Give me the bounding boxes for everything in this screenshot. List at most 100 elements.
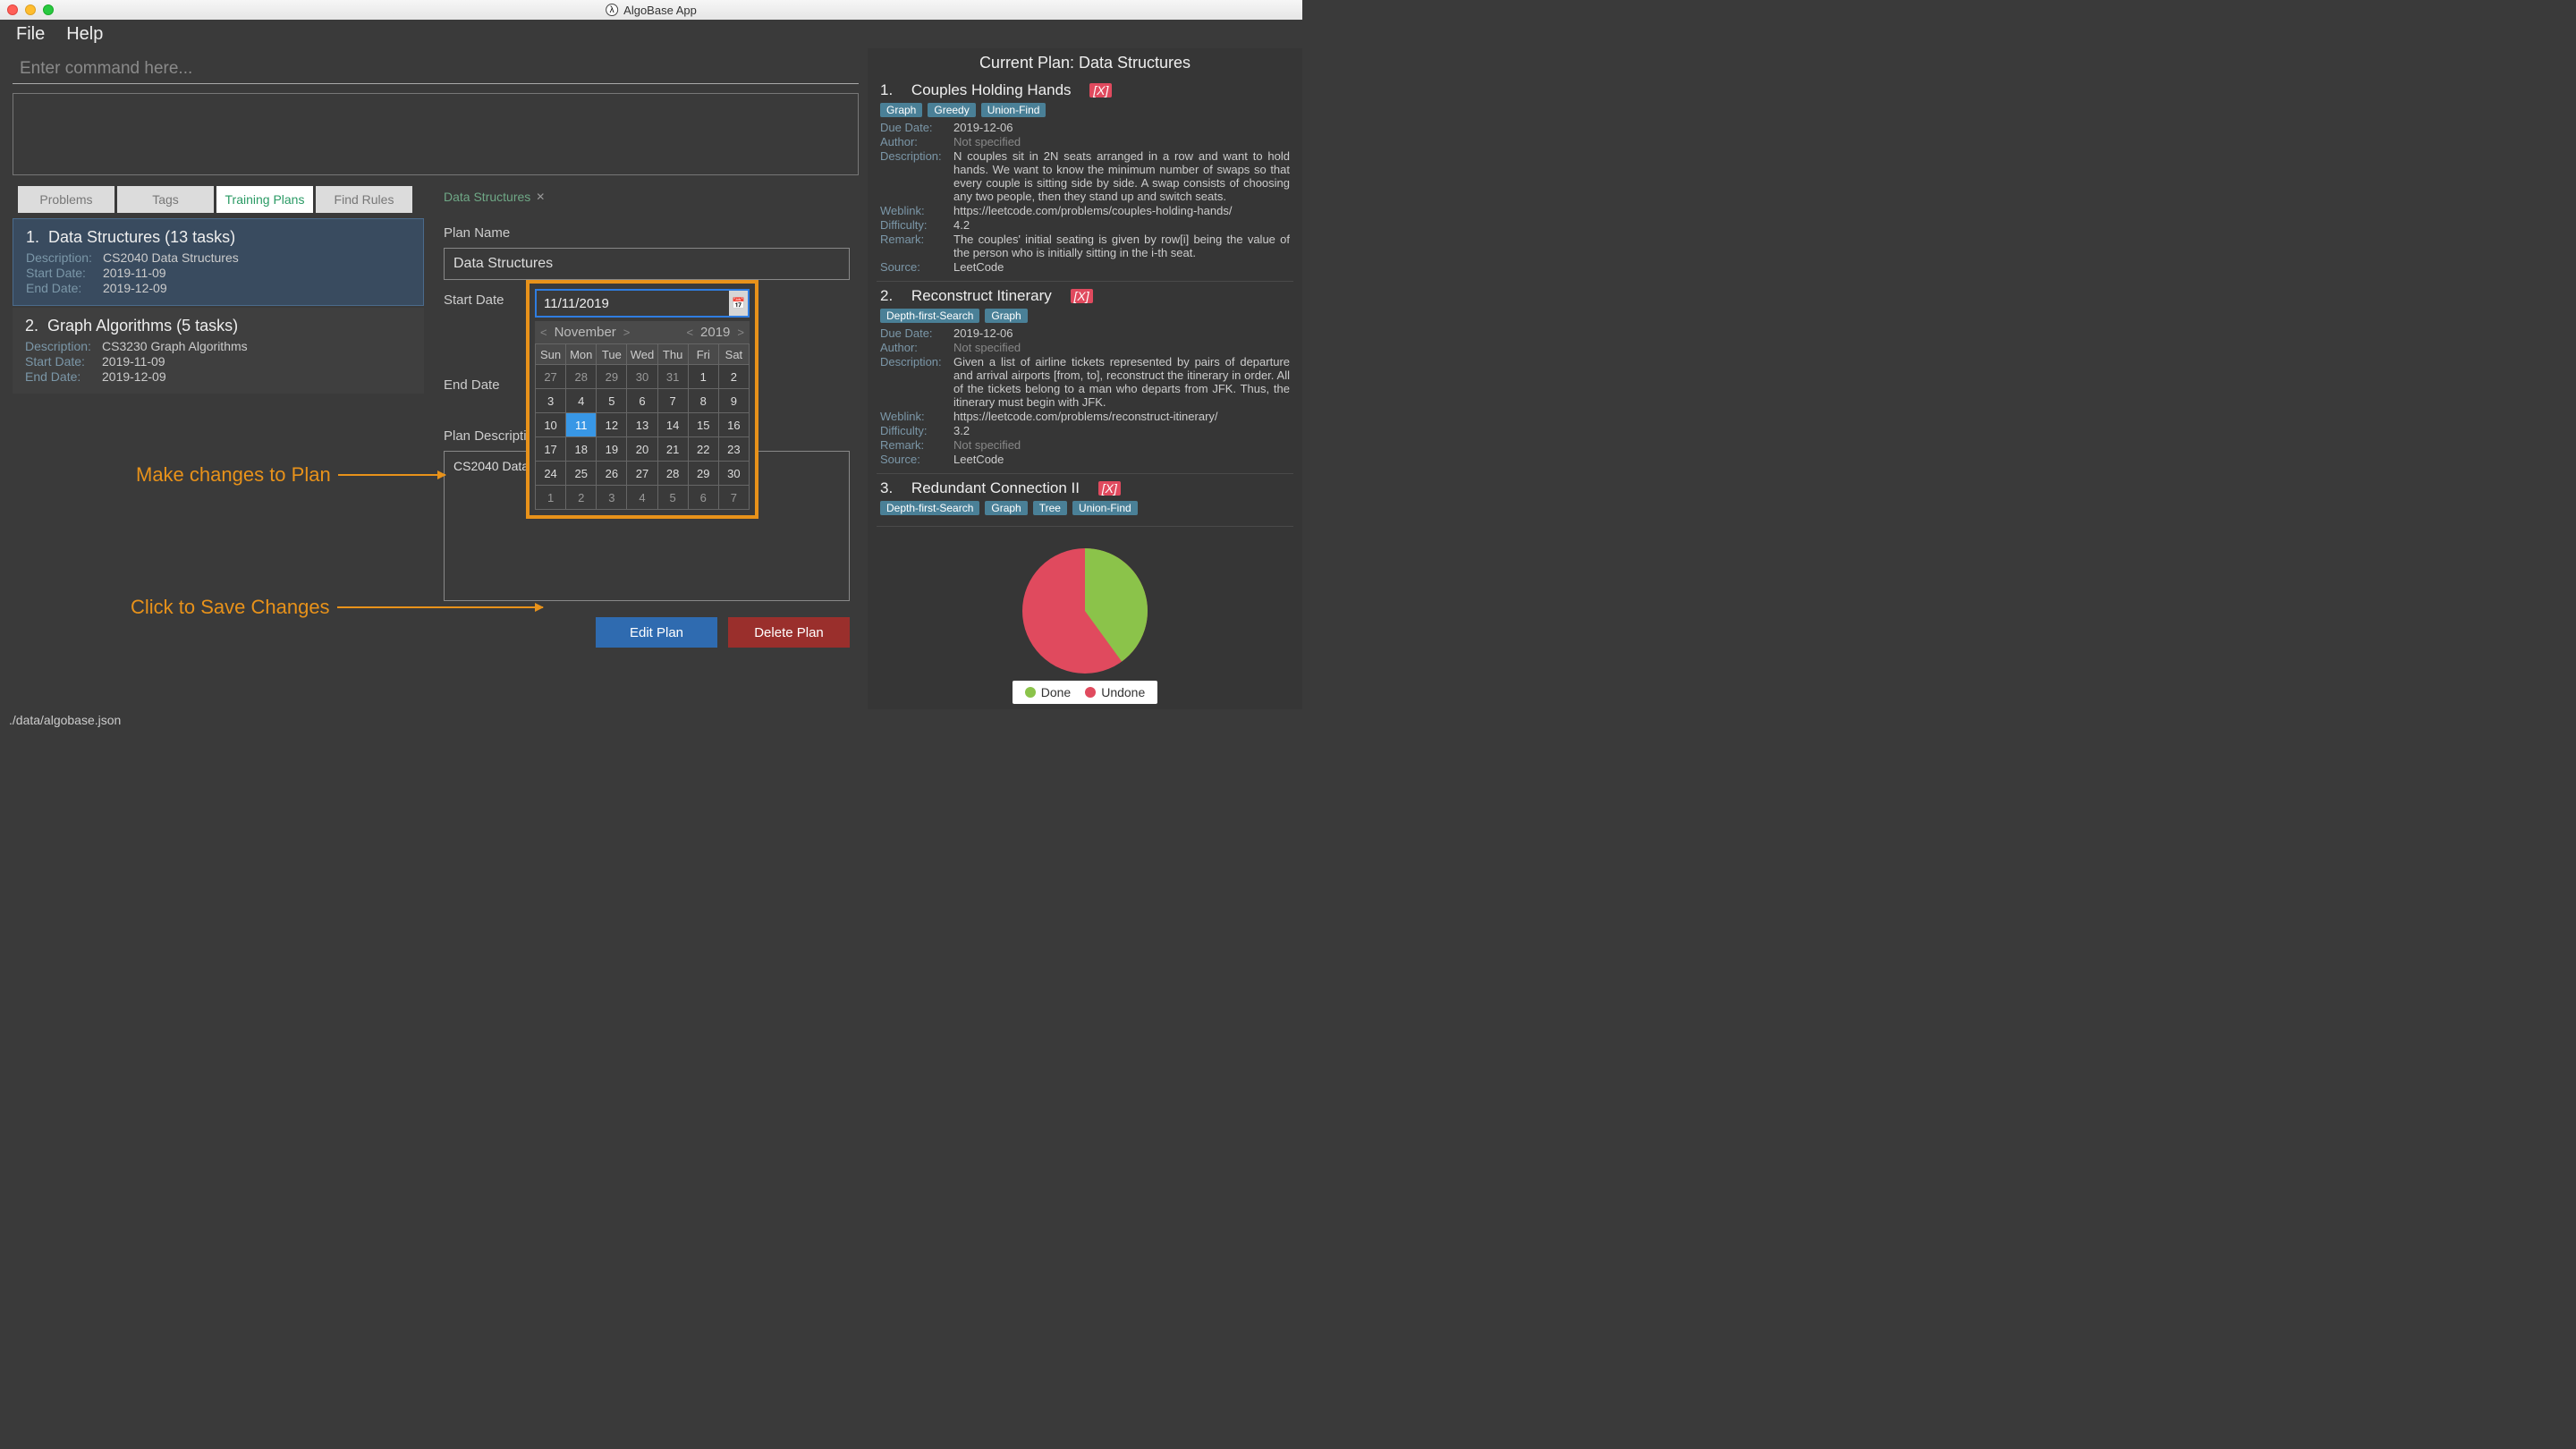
problem-tag: Depth-first-Search: [880, 501, 979, 515]
calendar-day[interactable]: 20: [627, 437, 657, 461]
app-icon: λ: [606, 4, 618, 16]
calendar-day[interactable]: 12: [597, 413, 626, 436]
calendar-day[interactable]: 10: [536, 413, 565, 436]
current-plan-title: Current Plan: Data Structures: [877, 54, 1293, 72]
calendar-day[interactable]: 19: [597, 437, 626, 461]
calendar-day[interactable]: 30: [627, 365, 657, 388]
close-window-button[interactable]: [7, 4, 18, 15]
calendar-day[interactable]: 26: [597, 462, 626, 485]
plan-name-label: Plan Name: [444, 225, 850, 241]
date-input[interactable]: [537, 291, 729, 316]
calendar-day[interactable]: 3: [597, 486, 626, 509]
editor-tab-label: Data Structures: [444, 190, 530, 204]
dow-header: Tue: [597, 344, 626, 364]
plan-list: 1. Data Structures (13 tasks) Descriptio…: [13, 218, 424, 394]
problem-title: Reconstruct Itinerary: [911, 287, 1052, 305]
problem-tag: Depth-first-Search: [880, 309, 979, 323]
maximize-window-button[interactable]: [43, 4, 54, 15]
calendar-day[interactable]: 11: [566, 413, 596, 436]
edit-plan-button[interactable]: Edit Plan: [596, 617, 717, 648]
tab-training-plans[interactable]: Training Plans: [216, 186, 313, 213]
datepicker-month: November: [555, 325, 616, 340]
plan-item[interactable]: 1. Data Structures (13 tasks) Descriptio…: [13, 218, 424, 306]
plan-title-text: Data Structures (13 tasks): [48, 228, 235, 246]
calendar-day[interactable]: 27: [536, 365, 565, 388]
prev-month-button[interactable]: <: [540, 326, 547, 339]
annotation-make-changes: Make changes to Plan: [136, 463, 445, 487]
date-picker: 📅 < November > < 2019 >: [526, 280, 758, 519]
menubar: File Help: [0, 20, 1302, 48]
calendar-day[interactable]: 28: [566, 365, 596, 388]
calendar-day[interactable]: 21: [658, 437, 688, 461]
tab-tags[interactable]: Tags: [117, 186, 214, 213]
calendar-day[interactable]: 27: [627, 462, 657, 485]
tab-problems[interactable]: Problems: [18, 186, 114, 213]
plan-item[interactable]: 2. Graph Algorithms (5 tasks) Descriptio…: [13, 308, 424, 394]
next-month-button[interactable]: >: [623, 326, 631, 339]
calendar-icon[interactable]: 📅: [729, 291, 748, 316]
calendar-day[interactable]: 2: [566, 486, 596, 509]
calendar-day[interactable]: 31: [658, 365, 688, 388]
calendar-day[interactable]: 1: [536, 486, 565, 509]
calendar-day[interactable]: 4: [627, 486, 657, 509]
dow-header: Mon: [566, 344, 596, 364]
problem-tag: Union-Find: [1072, 501, 1138, 515]
problem-status-badge: [X]: [1071, 289, 1093, 303]
prev-year-button[interactable]: <: [686, 326, 693, 339]
problem-tag: Graph: [985, 309, 1027, 323]
minimize-window-button[interactable]: [25, 4, 36, 15]
calendar-day[interactable]: 13: [627, 413, 657, 436]
delete-plan-button[interactable]: Delete Plan: [728, 617, 850, 648]
problem-number: 1.: [880, 81, 893, 99]
calendar-day[interactable]: 28: [658, 462, 688, 485]
calendar-day[interactable]: 9: [719, 389, 749, 412]
menu-file[interactable]: File: [16, 24, 45, 45]
menu-help[interactable]: Help: [66, 24, 103, 45]
problem-tag: Greedy: [928, 103, 975, 117]
calendar-day[interactable]: 30: [719, 462, 749, 485]
calendar-day[interactable]: 6: [689, 486, 718, 509]
calendar-day[interactable]: 23: [719, 437, 749, 461]
calendar-day[interactable]: 25: [566, 462, 596, 485]
calendar-day[interactable]: 18: [566, 437, 596, 461]
status-bar: ./data/algobase.json: [0, 709, 1302, 733]
problem-title: Redundant Connection II: [911, 479, 1080, 497]
calendar-day[interactable]: 16: [719, 413, 749, 436]
calendar-day[interactable]: 29: [597, 365, 626, 388]
calendar-day[interactable]: 24: [536, 462, 565, 485]
calendar-day[interactable]: 22: [689, 437, 718, 461]
next-year-button[interactable]: >: [737, 326, 744, 339]
calendar-day[interactable]: 8: [689, 389, 718, 412]
calendar-day[interactable]: 6: [627, 389, 657, 412]
calendar-day[interactable]: 7: [719, 486, 749, 509]
problem-item: 2. Reconstruct Itinerary [X] Depth-first-…: [877, 282, 1293, 474]
problem-tag: Graph: [880, 103, 922, 117]
command-input[interactable]: [13, 54, 859, 84]
problem-tag: Tree: [1033, 501, 1067, 515]
traffic-lights: [0, 4, 54, 15]
calendar-day[interactable]: 5: [658, 486, 688, 509]
plan-index: 2.: [25, 317, 38, 335]
calendar-day[interactable]: 2: [719, 365, 749, 388]
calendar-day[interactable]: 4: [566, 389, 596, 412]
calendar-day[interactable]: 3: [536, 389, 565, 412]
close-icon[interactable]: ✕: [536, 191, 545, 203]
calendar-day[interactable]: 14: [658, 413, 688, 436]
plan-name-input[interactable]: [444, 248, 850, 280]
dow-header: Sat: [719, 344, 749, 364]
pie-chart: [1022, 548, 1148, 674]
calendar-day[interactable]: 5: [597, 389, 626, 412]
problem-number: 2.: [880, 287, 893, 305]
calendar-grid: SunMonTueWedThuFriSat2728293031123456789…: [535, 343, 750, 510]
calendar-day[interactable]: 17: [536, 437, 565, 461]
problem-tag: Union-Find: [981, 103, 1046, 117]
calendar-day[interactable]: 29: [689, 462, 718, 485]
chart-legend: Done Undone: [1013, 681, 1158, 704]
tab-find-rules[interactable]: Find Rules: [316, 186, 412, 213]
plan-title-text: Graph Algorithms (5 tasks): [47, 317, 238, 335]
editor-tab[interactable]: Data Structures ✕: [444, 186, 545, 213]
window-title-text: AlgoBase App: [623, 4, 697, 17]
calendar-day[interactable]: 7: [658, 389, 688, 412]
calendar-day[interactable]: 15: [689, 413, 718, 436]
calendar-day[interactable]: 1: [689, 365, 718, 388]
